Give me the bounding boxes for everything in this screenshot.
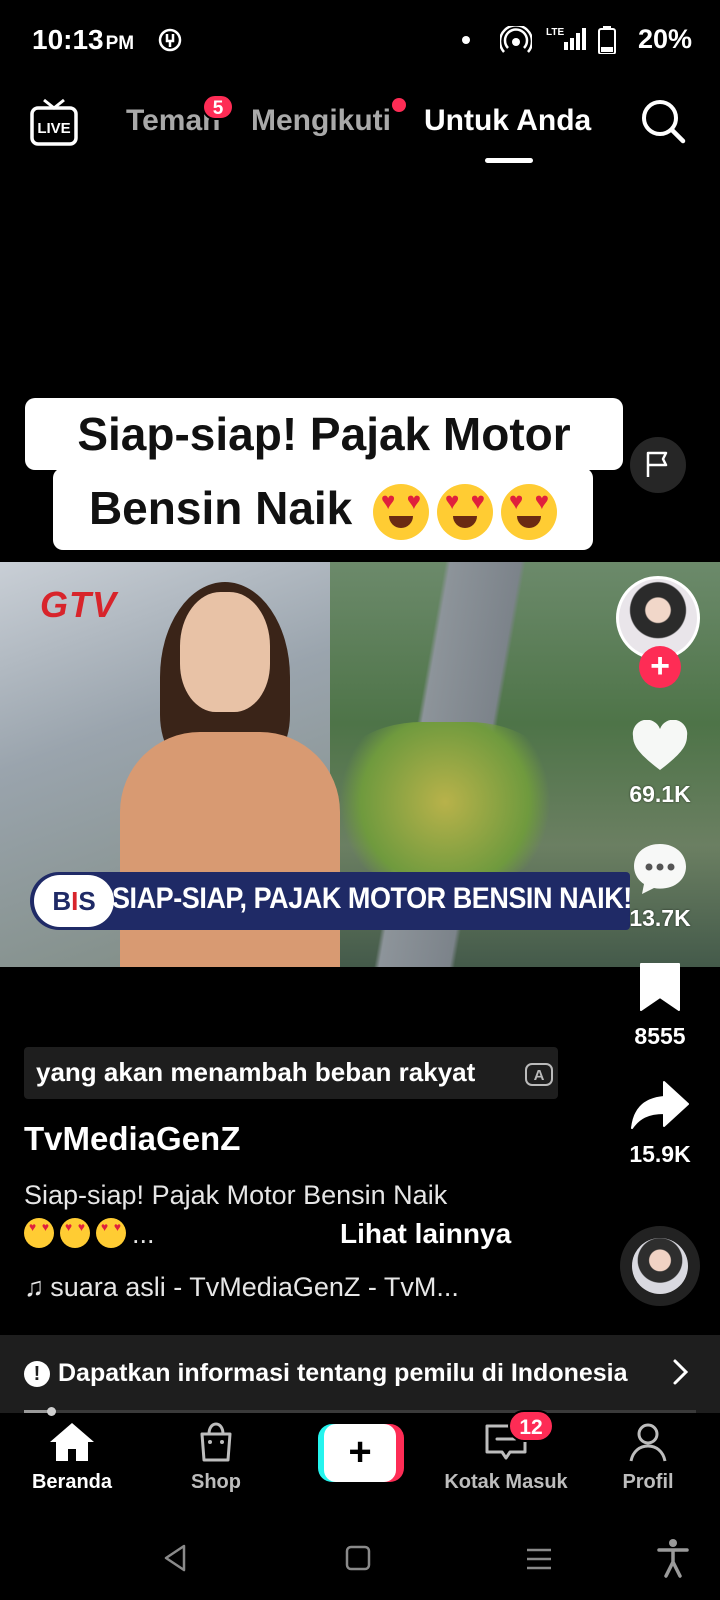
music-note-icon: ♫ [24,1272,45,1302]
recents-icon[interactable] [524,1546,554,1572]
bookmark-icon [640,963,680,1011]
election-info-banner[interactable]: ! Dapatkan informasi tentang pemilu di I… [0,1335,720,1413]
tab-mengikuti[interactable]: Mengikuti [251,104,391,138]
nav-inbox[interactable]: 12 Kotak Masuk [436,1410,576,1494]
description-ellipsis: ... [132,1219,155,1249]
home-icon [50,1423,94,1461]
comment-count: 13.7K [629,905,691,931]
sound-name: suara asli - TvMediaGenZ - TvM... [50,1272,459,1302]
description-line1[interactable]: Siap-siap! Pajak Motor Bensin Naik [24,1180,447,1211]
plus-icon: + [324,1424,396,1482]
info-alert-icon: ! [24,1361,50,1387]
election-banner-text: Dapatkan informasi tentang pemilu di Ind… [58,1359,628,1387]
heart-eyes-emojis [373,483,558,540]
signal-icon [564,28,586,50]
status-bar: 10:13 PM LTE 20% [0,0,720,82]
see-more-link[interactable]: Lihat lainnya [340,1218,511,1250]
status-ampm: PM [105,33,135,54]
creator-username[interactable]: TvMediaGenZ [24,1120,240,1158]
live-icon: LIVE [30,98,78,146]
like-button[interactable]: 69.1K [600,719,720,808]
auto-caption-text: yang akan menambah beban rakyat [36,1057,476,1087]
nav-inbox-label: Kotak Masuk [444,1471,568,1493]
live-button[interactable]: LIVE [30,98,78,153]
profile-icon [629,1423,667,1462]
video-progress-knob[interactable] [46,1407,56,1416]
nav-shop-label: Shop [191,1471,241,1493]
like-count: 69.1K [629,781,691,807]
chevron-right-icon [673,1359,689,1385]
svg-text:LIVE: LIVE [37,120,70,137]
heart-eyes-emoji [437,483,494,540]
nav-shop[interactable]: Shop [146,1420,286,1494]
comment-button[interactable]: 13.7K [600,840,720,932]
nav-profile[interactable]: Profil [578,1420,718,1494]
translate-icon[interactable]: A [524,1061,554,1087]
save-count: 8555 [634,1023,686,1049]
report-button[interactable] [630,437,686,493]
hotspot-icon [500,26,532,53]
news-ticker-text: SIAP-SIAP, PAJAK MOTOR BENSIN NAIK! [112,882,632,915]
auto-caption[interactable]: yang akan menambah beban rakyat A [24,1047,558,1099]
news-badge: BIS [34,875,114,927]
sound-link[interactable]: ♫ suara asli - TvMediaGenZ - TvM... [24,1272,459,1303]
nav-home-label: Beranda [31,1471,113,1493]
accessibility-icon[interactable] [656,1538,690,1578]
mengikuti-dot [392,98,406,112]
channel-logo: GTV [40,584,118,625]
heart-eyes-emoji [373,483,430,540]
back-icon[interactable] [160,1542,190,1574]
flag-icon [646,451,668,477]
music-disc[interactable] [620,1226,700,1306]
heart-eyes-emoji [96,1218,126,1248]
battery-icon [598,26,616,54]
nav-home[interactable]: Beranda [2,1420,142,1494]
svg-text:A: A [534,1067,545,1084]
teman-badge: 5 [202,94,234,120]
overlay-caption-line1: Siap-siap! Pajak Motor [25,398,623,470]
tab-untuk-anda[interactable]: Untuk Anda [424,104,591,138]
heart-eyes-emoji [24,1218,54,1248]
share-arrow-icon [631,1081,689,1129]
active-tab-indicator [485,158,533,163]
overlay-caption-text: Bensin Naik [88,482,353,534]
follow-button[interactable]: + [639,646,681,688]
create-button[interactable]: + [318,1424,404,1482]
notification-dot-icon [462,36,470,44]
top-nav: LIVE Teman 5 Mengikuti Untuk Anda [0,90,720,170]
comment-icon [634,844,686,894]
inbox-badge: 12 [508,1410,554,1442]
battery-percent: 20% [637,24,692,54]
description-line2[interactable]: ... [24,1218,155,1250]
share-button[interactable]: 15.9K [600,1078,720,1168]
video-background-park [330,722,560,882]
heart-icon [632,719,688,770]
home-square-icon[interactable] [344,1544,372,1572]
data-saver-icon [158,28,182,52]
save-button[interactable]: 8555 [600,960,720,1050]
share-count: 15.9K [629,1141,691,1167]
video-progress-bar[interactable] [24,1407,696,1416]
bottom-nav: Beranda Shop + 12 Kotak Masuk Profil [0,1410,720,1520]
nav-profile-label: Profil [622,1471,674,1493]
heart-eyes-emoji [60,1218,90,1248]
search-icon[interactable] [640,98,686,144]
status-time: 10:13 PM [32,24,135,55]
shopping-bag-icon [200,1422,232,1462]
heart-eyes-emoji [501,483,558,540]
overlay-caption-line2: Bensin Naik [53,468,593,550]
system-nav-bar [0,1520,720,1600]
